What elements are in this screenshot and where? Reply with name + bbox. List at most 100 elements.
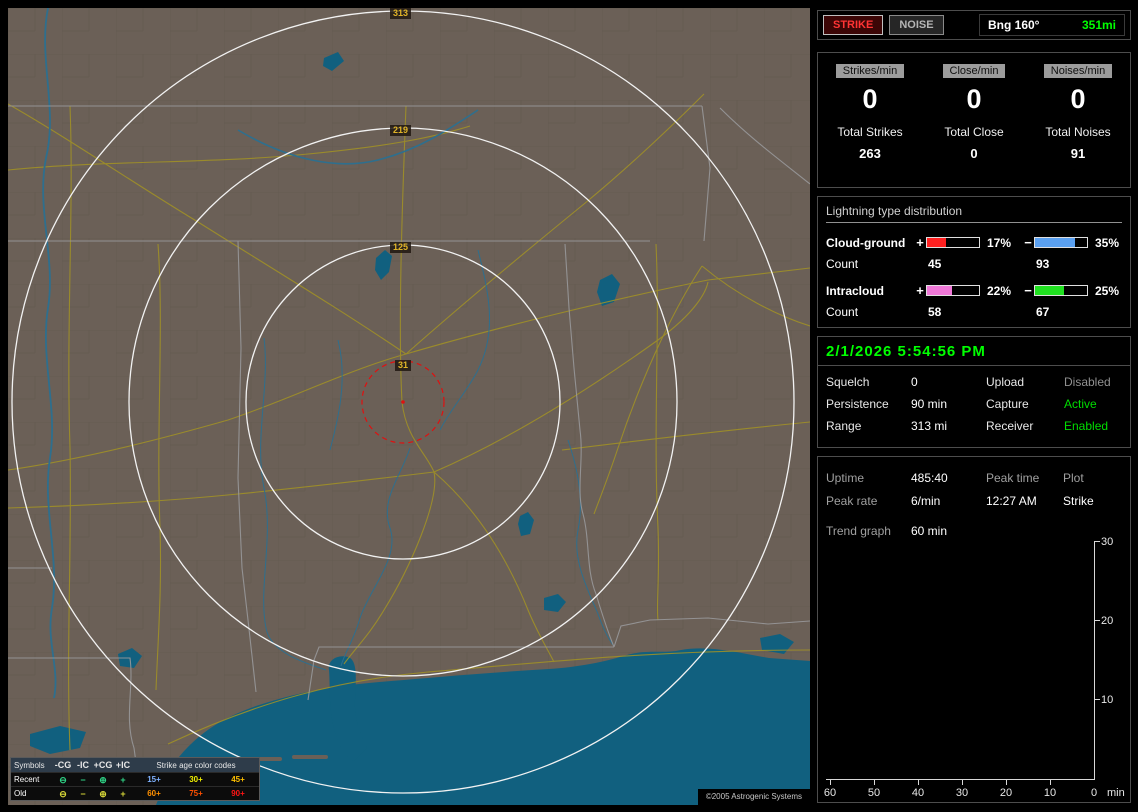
- x-tick-40: [918, 780, 919, 785]
- map-legend: Symbols -CG -IC +CG +IC Strike age color…: [10, 757, 260, 801]
- total-noises-label: Total Noises: [1045, 125, 1111, 139]
- peak-rate-value: 6/min: [911, 494, 941, 508]
- mode-bar: STRIKE NOISE Bng 160° 351mi: [817, 10, 1131, 40]
- copyright-text: ©2005 Astrogenic Systems: [697, 789, 810, 805]
- capture-status: Active: [1064, 397, 1097, 411]
- pos-cg-recent-icon: ⊕: [99, 774, 107, 785]
- x-tick-50: [874, 780, 875, 785]
- ring-label-31: 31: [395, 360, 412, 371]
- noise-mode-button[interactable]: NOISE: [889, 15, 944, 35]
- plot-value: Strike: [1063, 494, 1094, 508]
- y-tick-10: [1095, 699, 1100, 700]
- cg-positive-bar-fill: [927, 238, 947, 247]
- total-strikes-value: 263: [859, 146, 881, 161]
- y-tick-30: [1095, 541, 1100, 542]
- neg-ic-old-icon: −: [80, 788, 86, 799]
- total-strikes-label: Total Strikes: [837, 125, 903, 139]
- squelch-value: 0: [911, 375, 918, 389]
- legend-row-old: Old ⊖ − ⊕ + 60+ 75+ 90+: [11, 786, 259, 800]
- y-label-20: 20: [1101, 615, 1114, 627]
- plus-sign: +: [916, 283, 924, 298]
- noises-per-min-value: 0: [1070, 84, 1086, 114]
- capture-label: Capture: [986, 397, 1029, 411]
- strikes-per-min-value: 0: [862, 84, 878, 114]
- legend-header: Symbols -CG -IC +CG +IC Strike age color…: [11, 758, 259, 772]
- status-panel: STRIKE NOISE Bng 160° 351mi Strikes/min …: [817, 8, 1131, 805]
- trend-x-axis: [826, 779, 1095, 780]
- cg-positive-count: 45: [928, 256, 942, 271]
- x-tick-20: [1006, 780, 1007, 785]
- x-label-30: 30: [955, 787, 969, 799]
- age-code-60: 60+: [147, 789, 161, 798]
- age-code-90: 90+: [231, 789, 245, 798]
- uptime-value: 485:40: [911, 471, 948, 485]
- x-label-10: 10: [1043, 787, 1057, 799]
- bearing-readout: Bng 160° 351mi: [979, 14, 1125, 36]
- x-tick-10: [1050, 780, 1051, 785]
- cg-negative-bar: [1034, 237, 1088, 248]
- cloud-ground-count-row: Count 45 93: [826, 253, 1122, 274]
- legend-recent-label: Recent: [14, 775, 40, 784]
- ic-negative-bar: [1034, 285, 1088, 296]
- plot-label: Plot: [1063, 471, 1084, 485]
- x-label-60: 60: [823, 787, 837, 799]
- distribution-box: Lightning type distribution Cloud-ground…: [817, 196, 1131, 328]
- peak-rate-label: Peak rate: [826, 494, 878, 508]
- neg-cg-old-icon: ⊖: [59, 788, 67, 799]
- datetime-settings-box: 2/1/2026 5:54:56 PM Squelch 0 Upload Dis…: [817, 336, 1131, 448]
- cg-negative-count: 93: [1036, 256, 1050, 271]
- settings-grid: Squelch 0 Upload Disabled Persistence 90…: [818, 366, 1130, 442]
- pos-cg-old-icon: ⊕: [99, 788, 107, 799]
- persistence-label: Persistence: [826, 397, 889, 411]
- noises-per-min-badge: Noises/min: [1043, 64, 1113, 78]
- receiver-location-dot: [401, 400, 405, 404]
- minus-sign: −: [1024, 235, 1032, 250]
- uptime-label: Uptime: [826, 471, 865, 485]
- strike-mode-button[interactable]: STRIKE: [823, 15, 884, 35]
- cloud-ground-label: Cloud-ground: [826, 235, 906, 250]
- age-code-75: 75+: [189, 789, 203, 798]
- age-code-15: 15+: [147, 775, 161, 784]
- x-label-50: 50: [867, 787, 881, 799]
- ic-negative-bar-fill: [1035, 286, 1064, 295]
- intracloud-label: Intracloud: [826, 283, 885, 298]
- legend-old-label: Old: [14, 789, 27, 798]
- cg-count-label: Count: [826, 256, 859, 271]
- intracloud-row: Intracloud + 22% − 25%: [826, 280, 1122, 301]
- neg-cg-recent-icon: ⊖: [59, 774, 67, 785]
- bearing-distance: 351mi: [1081, 18, 1116, 32]
- noises-counter: Noises/min 0 Total Noises 91: [1026, 53, 1130, 187]
- counters-box: Strikes/min 0 Total Strikes 263 Close/mi…: [817, 52, 1131, 188]
- ic-positive-count: 58: [928, 304, 942, 319]
- receiver-label: Receiver: [986, 419, 1034, 433]
- legend-symbols-label: Symbols: [14, 760, 45, 770]
- legend-col-neg-ic: -IC: [77, 760, 89, 770]
- uptime-trend-box: Uptime 485:40 Peak time Plot Peak rate 6…: [817, 456, 1131, 803]
- ring-label-125: 125: [390, 242, 412, 253]
- persistence-value: 90 min: [911, 397, 948, 411]
- age-code-30: 30+: [189, 775, 203, 784]
- peak-time-value: 12:27 AM: [986, 494, 1037, 508]
- lightning-map[interactable]: 313 219 125 31 Symbols -CG -IC +CG +IC S…: [8, 8, 810, 805]
- trend-y-axis: [1094, 541, 1095, 780]
- close-counter: Close/min 0 Total Close 0: [922, 53, 1026, 187]
- x-label-20: 20: [999, 787, 1013, 799]
- ic-positive-bar: [926, 285, 980, 296]
- total-close-value: 0: [970, 146, 978, 161]
- datetime-display: 2/1/2026 5:54:56 PM: [818, 337, 1130, 366]
- legend-col-pos-ic: +IC: [115, 760, 131, 770]
- trend-graph-label: Trend graph: [826, 524, 891, 538]
- trend-graph-value: 60 min: [911, 524, 948, 538]
- close-per-min-badge: Close/min: [942, 64, 1006, 78]
- legend-row-recent: Recent ⊖ − ⊕ + 15+ 30+ 45+: [11, 772, 259, 786]
- axis-unit-label: min: [1107, 787, 1125, 799]
- y-label-10: 10: [1101, 694, 1114, 706]
- ic-negative-count: 67: [1036, 304, 1050, 319]
- ic-positive-bar-fill: [927, 286, 952, 295]
- legend-col-pos-cg: +CG: [93, 760, 113, 770]
- cg-negative-pct: 35%: [1095, 235, 1120, 250]
- legend-age-title: Strike age color codes: [156, 760, 236, 770]
- distribution-title: Lightning type distribution: [826, 204, 1122, 223]
- ic-negative-pct: 25%: [1095, 283, 1120, 298]
- intracloud-count-row: Count 58 67: [826, 301, 1122, 322]
